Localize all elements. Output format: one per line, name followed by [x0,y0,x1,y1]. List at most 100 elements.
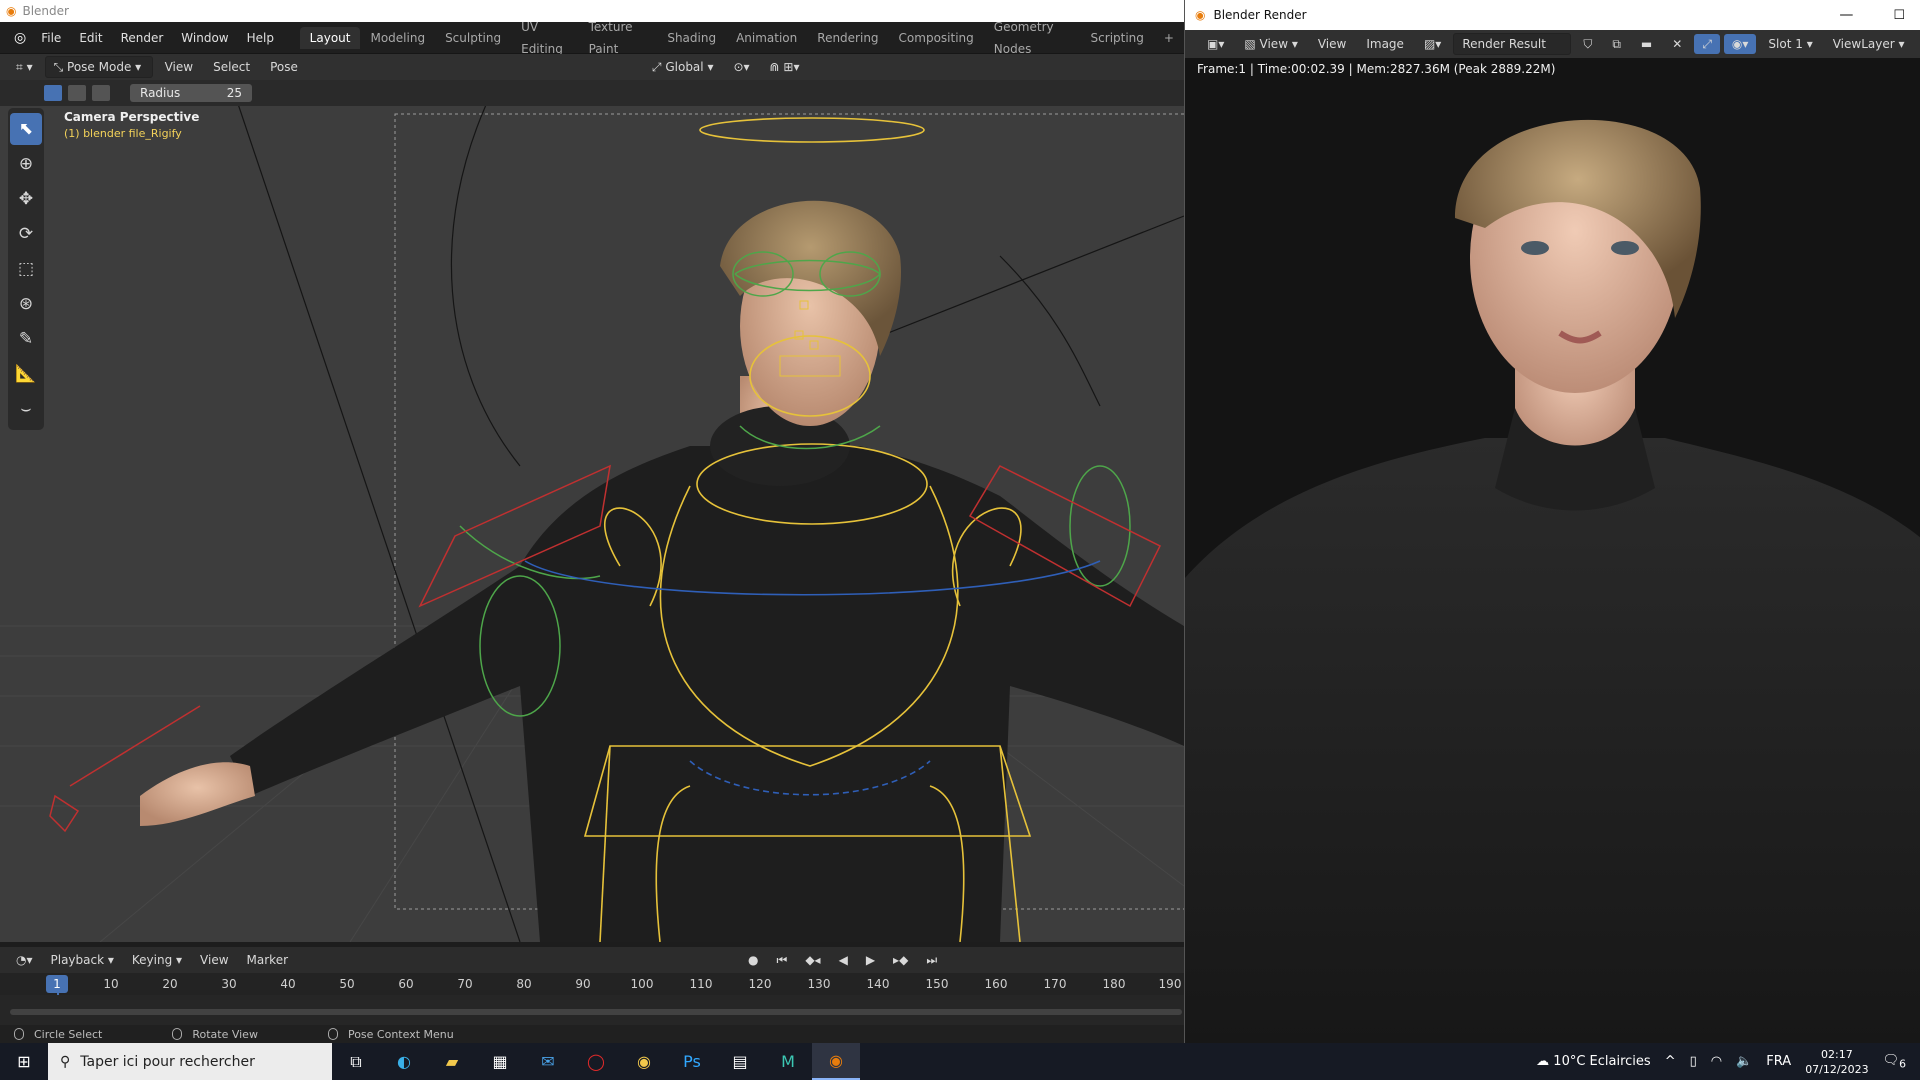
record-icon[interactable]: ● [740,950,766,970]
relax-pose-icon[interactable]: ⌣ [10,393,42,425]
timeline-scrollbar[interactable] [10,1009,1182,1015]
menu-help[interactable]: Help [238,27,283,49]
blender-menu-icon[interactable]: ◎ [8,30,32,46]
tab-scripting[interactable]: Scripting [1081,27,1154,49]
select-new-icon[interactable] [44,85,62,101]
transform-icon[interactable]: ⊛ [10,288,42,320]
tab-rendering[interactable]: Rendering [807,27,888,49]
start-icon[interactable]: ⊞ [0,1043,48,1080]
taskbar-search[interactable]: ⚲ Taper ici pour rechercher [48,1043,332,1080]
photoshop-icon[interactable]: Ps [668,1043,716,1080]
rotate-icon[interactable]: ⟳ [10,218,42,250]
status-circle-select: Circle Select [14,1028,102,1041]
menu-render[interactable]: Render [112,27,173,49]
wifi-icon[interactable]: ◠ [1711,1054,1722,1069]
move-icon[interactable]: ✥ [10,183,42,215]
tab-uv-editing[interactable]: UV Editing [511,16,578,60]
measure-icon[interactable]: 📐 [10,358,42,390]
prev-key-icon[interactable]: ◆◂ [797,950,828,970]
jump-start-icon[interactable]: ⏮ [769,950,796,970]
menu-image-view[interactable]: View [1310,34,1354,54]
tray-expand-icon[interactable]: ^ [1665,1054,1676,1069]
tab-texture-paint[interactable]: Texture Paint [579,16,658,60]
tab-animation[interactable]: Animation [726,27,807,49]
battery-icon[interactable]: ▯ [1690,1054,1697,1069]
store-icon[interactable]: ▦ [476,1043,524,1080]
active-object-label: (1) blender file_Rigify [64,127,182,140]
scale-icon[interactable]: ⬚ [10,253,42,285]
menu-pose[interactable]: Pose [262,57,306,77]
fake-user-icon[interactable]: ⛉ [1575,34,1600,54]
opera-icon[interactable]: ◯ [572,1043,620,1080]
overlay-icon[interactable]: ◉▾ [1723,34,1757,54]
render-result-image[interactable] [1185,58,1920,1043]
tab-shading[interactable]: Shading [657,27,726,49]
image-name-field[interactable]: Render Result [1453,33,1572,55]
current-frame-indicator[interactable]: 1 [46,975,68,993]
weather-widget[interactable]: ☁ 10°C Eclaircies [1536,1054,1651,1069]
tab-geometry-nodes[interactable]: Geometry Nodes [984,16,1081,60]
play-reverse-icon[interactable]: ◀ [831,950,856,970]
snap-icon[interactable]: ⋒ ⊞▾ [762,57,808,77]
view-layer-dropdown[interactable]: ViewLayer ▾ [1825,34,1913,54]
gizmo-icon[interactable]: ⤢ [1694,34,1720,54]
maya-icon[interactable]: M [764,1043,812,1080]
menu-timeline-view[interactable]: View [192,950,236,970]
language-indicator[interactable]: FRA [1766,1054,1791,1069]
menu-keying[interactable]: Keying ▾ [124,950,190,970]
tab-sculpting[interactable]: Sculpting [435,27,511,49]
editor-type-icon[interactable]: ⌗ ▾ [8,57,41,77]
radius-field[interactable]: Radius 25 [130,84,252,102]
next-key-icon[interactable]: ▸◆ [885,950,916,970]
camera-perspective-label: Camera Perspective [64,110,200,124]
tab-layout[interactable]: Layout [299,26,361,49]
tab-modeling[interactable]: Modeling [360,27,435,49]
menu-image[interactable]: Image [1358,34,1412,54]
image-editor-type-icon[interactable]: ▣▾ [1199,34,1232,54]
annotate-icon[interactable]: ✎ [10,323,42,355]
menu-view[interactable]: View [157,57,201,77]
menu-file[interactable]: File [32,27,70,49]
clock-icon[interactable]: ◔▾ [8,950,41,970]
edge-icon[interactable]: ◐ [380,1043,428,1080]
blender-taskbar-icon[interactable]: ◉ [812,1043,860,1080]
menu-select[interactable]: Select [205,57,258,77]
volume-icon[interactable]: 🔈 [1736,1054,1752,1069]
menu-marker[interactable]: Marker [239,950,296,970]
frame-tick: 10 [103,977,119,991]
clock[interactable]: 02:17 07/12/2023 [1805,1047,1868,1077]
slot-dropdown[interactable]: Slot 1 ▾ [1760,34,1820,54]
3d-viewport[interactable] [0,106,1184,942]
status-bar: Circle Select Rotate View Pose Context M… [0,1025,1184,1043]
pivot-icon[interactable]: ⊙▾ [725,57,757,77]
frame-tick: 150 [925,977,949,991]
close-image-icon[interactable]: ✕ [1664,34,1690,54]
cursor-icon[interactable]: ⊕ [10,148,42,180]
select-subtract-icon[interactable] [92,85,110,101]
frame-ruler[interactable]: 1 10 20 30 40 50 60 70 80 90 100 110 120… [0,973,1184,1013]
frame-tick: 90 [575,977,591,991]
tab-compositing[interactable]: Compositing [889,27,984,49]
mail-icon[interactable]: ✉ [524,1043,572,1080]
open-image-icon[interactable]: ▬ [1633,34,1660,54]
chrome-icon[interactable]: ◉ [620,1043,668,1080]
image-browse-icon[interactable]: ▨▾ [1416,34,1449,54]
orientation-dropdown[interactable]: ⤢ Global ▾ [644,57,722,77]
play-icon[interactable]: ▶ [858,950,883,970]
menu-playback[interactable]: Playback ▾ [43,950,122,970]
add-workspace-button[interactable]: + [1154,27,1184,49]
new-image-icon[interactable]: ⧉ [1604,34,1629,54]
app-icon[interactable]: ▤ [716,1043,764,1080]
notification-icon[interactable]: 🗨6 [1883,1053,1906,1071]
minimize-icon[interactable]: — [1823,7,1869,23]
view-mode-dropdown[interactable]: ▧ View ▾ [1236,34,1305,54]
mode-dropdown[interactable]: ⤡ Pose Mode ▾ [44,56,153,78]
select-circle-icon[interactable]: ⬉ [10,113,42,145]
jump-end-icon[interactable]: ⏭ [918,950,945,970]
menu-window[interactable]: Window [172,27,237,49]
task-view-icon[interactable]: ⧉ [332,1043,380,1080]
menu-edit[interactable]: Edit [70,27,111,49]
maximize-icon[interactable]: ☐ [1877,8,1920,23]
file-explorer-icon[interactable]: ▰ [428,1043,476,1080]
select-extend-icon[interactable] [68,85,86,101]
